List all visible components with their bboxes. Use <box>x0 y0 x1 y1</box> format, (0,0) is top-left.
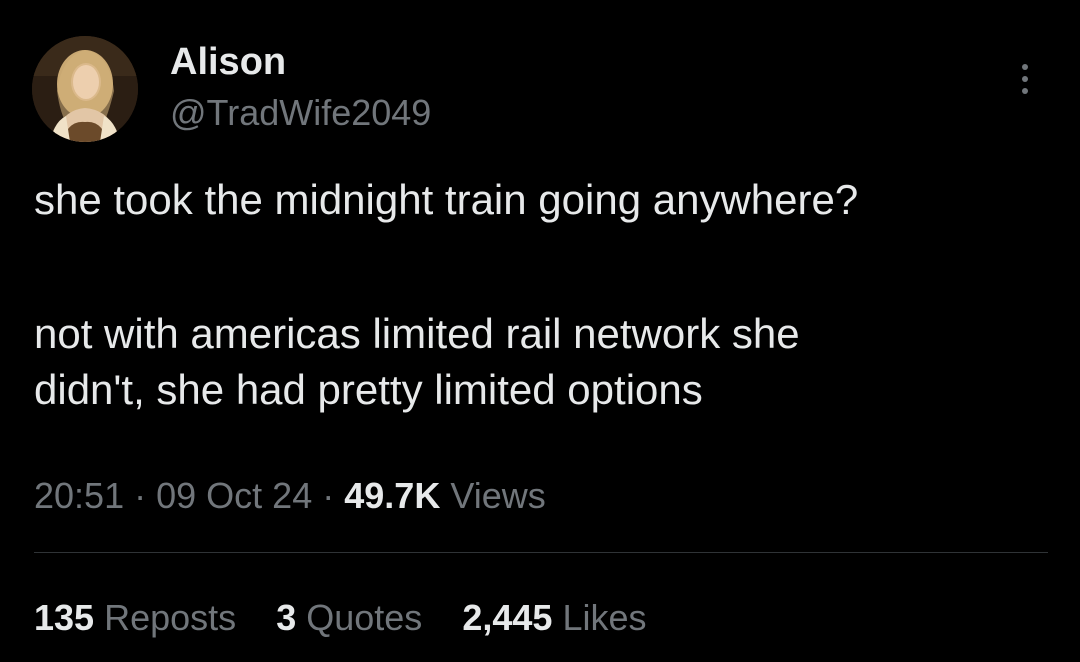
more-vertical-icon-dot-2 <box>1022 76 1028 82</box>
divider <box>34 552 1048 553</box>
tweet-text-line: not with americas limited rail network s… <box>34 310 800 357</box>
tweet-text: she took the midnight train going anywhe… <box>34 172 1064 418</box>
tweet-time[interactable]: 20:51 <box>34 475 124 516</box>
reposts-label: Reposts <box>104 597 237 638</box>
tweet-card: Alison @TradWife2049 she took the midnig… <box>0 0 1080 662</box>
tweet-date[interactable]: 09 Oct 24 <box>156 475 312 516</box>
tweet-meta: 20:51 · 09 Oct 24 · 49.7K Views <box>34 472 546 520</box>
more-options-button[interactable] <box>1010 58 1040 98</box>
engagement-stats: 135 Reposts 3 Quotes 2,445 Likes <box>34 594 676 642</box>
meta-separator: · <box>322 475 335 516</box>
tweet-text-line: she took the midnight train going anywhe… <box>34 176 859 223</box>
profile-photo-image <box>32 36 138 142</box>
meta-separator: · <box>134 475 147 516</box>
more-vertical-icon-dot-1 <box>1022 64 1028 70</box>
views-count: 49.7K <box>344 475 441 516</box>
quotes-count: 3 <box>276 597 297 638</box>
reposts-count: 135 <box>34 597 95 638</box>
views-label: Views <box>450 475 546 516</box>
author-handle[interactable]: @TradWife2049 <box>170 92 431 134</box>
more-vertical-icon-dot-3 <box>1022 88 1028 94</box>
reposts-stat[interactable]: 135 Reposts <box>34 594 236 642</box>
tweet-text-line: didn't, she had pretty limited options <box>34 366 703 413</box>
quotes-label: Quotes <box>306 597 423 638</box>
author-display-name[interactable]: Alison <box>170 40 286 84</box>
avatar[interactable] <box>32 36 138 142</box>
likes-count: 2,445 <box>462 597 553 638</box>
likes-stat[interactable]: 2,445 Likes <box>462 594 646 642</box>
likes-label: Likes <box>562 597 647 638</box>
quotes-stat[interactable]: 3 Quotes <box>276 594 422 642</box>
